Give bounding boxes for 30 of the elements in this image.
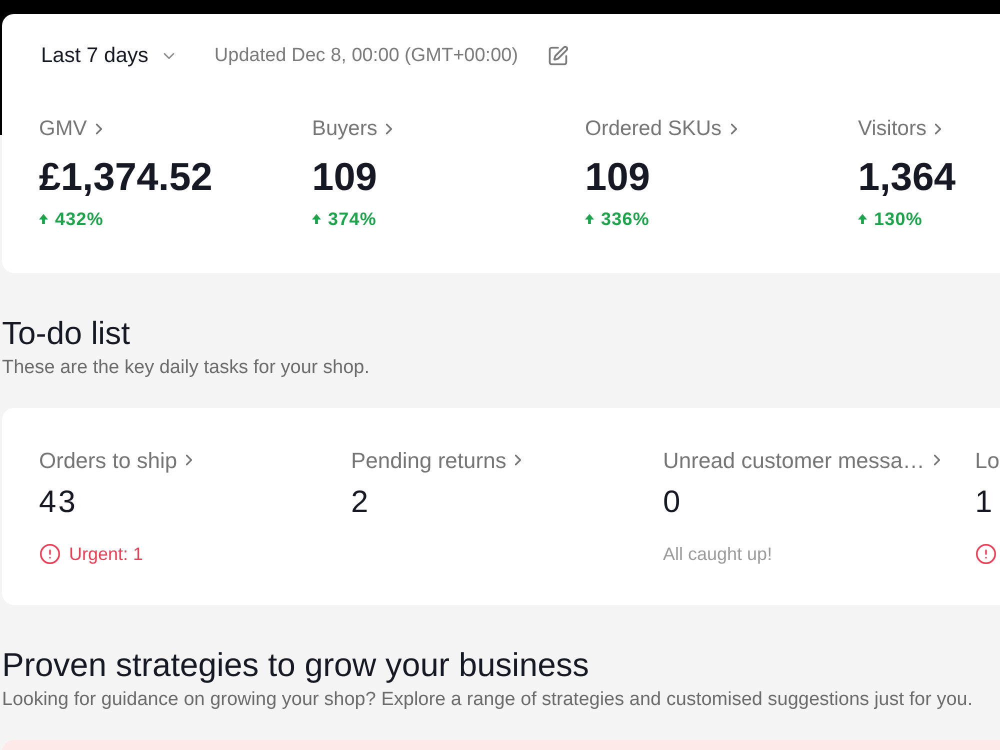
updated-time: Updated Dec 8, 00:00 (GMT+00:00)	[214, 44, 518, 68]
metric-value: 109	[312, 156, 378, 200]
task-count: 1	[975, 484, 994, 520]
task-link[interactable]: Lo	[975, 446, 1000, 474]
metric-link[interactable]: Buyers	[312, 115, 398, 143]
task-count: 2	[351, 484, 370, 520]
metric-link[interactable]: GMV	[39, 115, 108, 143]
section-description: These are the key daily tasks for your shop.	[2, 357, 370, 379]
date-range-dropdown[interactable]: Last 7 days	[39, 40, 178, 72]
section-heading: Proven strategies to grow your business	[2, 646, 589, 684]
change-percentage: 374%	[328, 208, 376, 230]
change-percentage: 130%	[874, 208, 922, 230]
task-link[interactable]: Orders to ship	[39, 446, 198, 474]
task-link[interactable]: Pending returns	[351, 446, 528, 474]
section-description: Looking for guidance on growing your shop? Explore a range of strategies and customised suggestions just for you.	[2, 689, 973, 711]
metric-link[interactable]: Visitors	[858, 115, 948, 143]
change-percentage: 432%	[55, 208, 104, 230]
urgent-count: Urgent: 1	[69, 542, 144, 566]
task-link[interactable]: Unread customer messa…	[663, 446, 946, 474]
change-percentage: 336%	[601, 208, 650, 230]
metric-link[interactable]: Ordered SKUs	[585, 115, 743, 143]
section-heading: To-do list	[2, 314, 130, 352]
metric-value: 109	[585, 156, 650, 200]
task-count: 43	[39, 484, 78, 520]
task-count: 0	[663, 484, 682, 520]
edit-button[interactable]	[546, 44, 570, 68]
status-note: All caught up!	[663, 542, 772, 566]
metric-value: £1,374.52	[39, 156, 213, 200]
metric-value: 1,364	[858, 156, 956, 200]
edit-icon	[547, 45, 570, 67]
